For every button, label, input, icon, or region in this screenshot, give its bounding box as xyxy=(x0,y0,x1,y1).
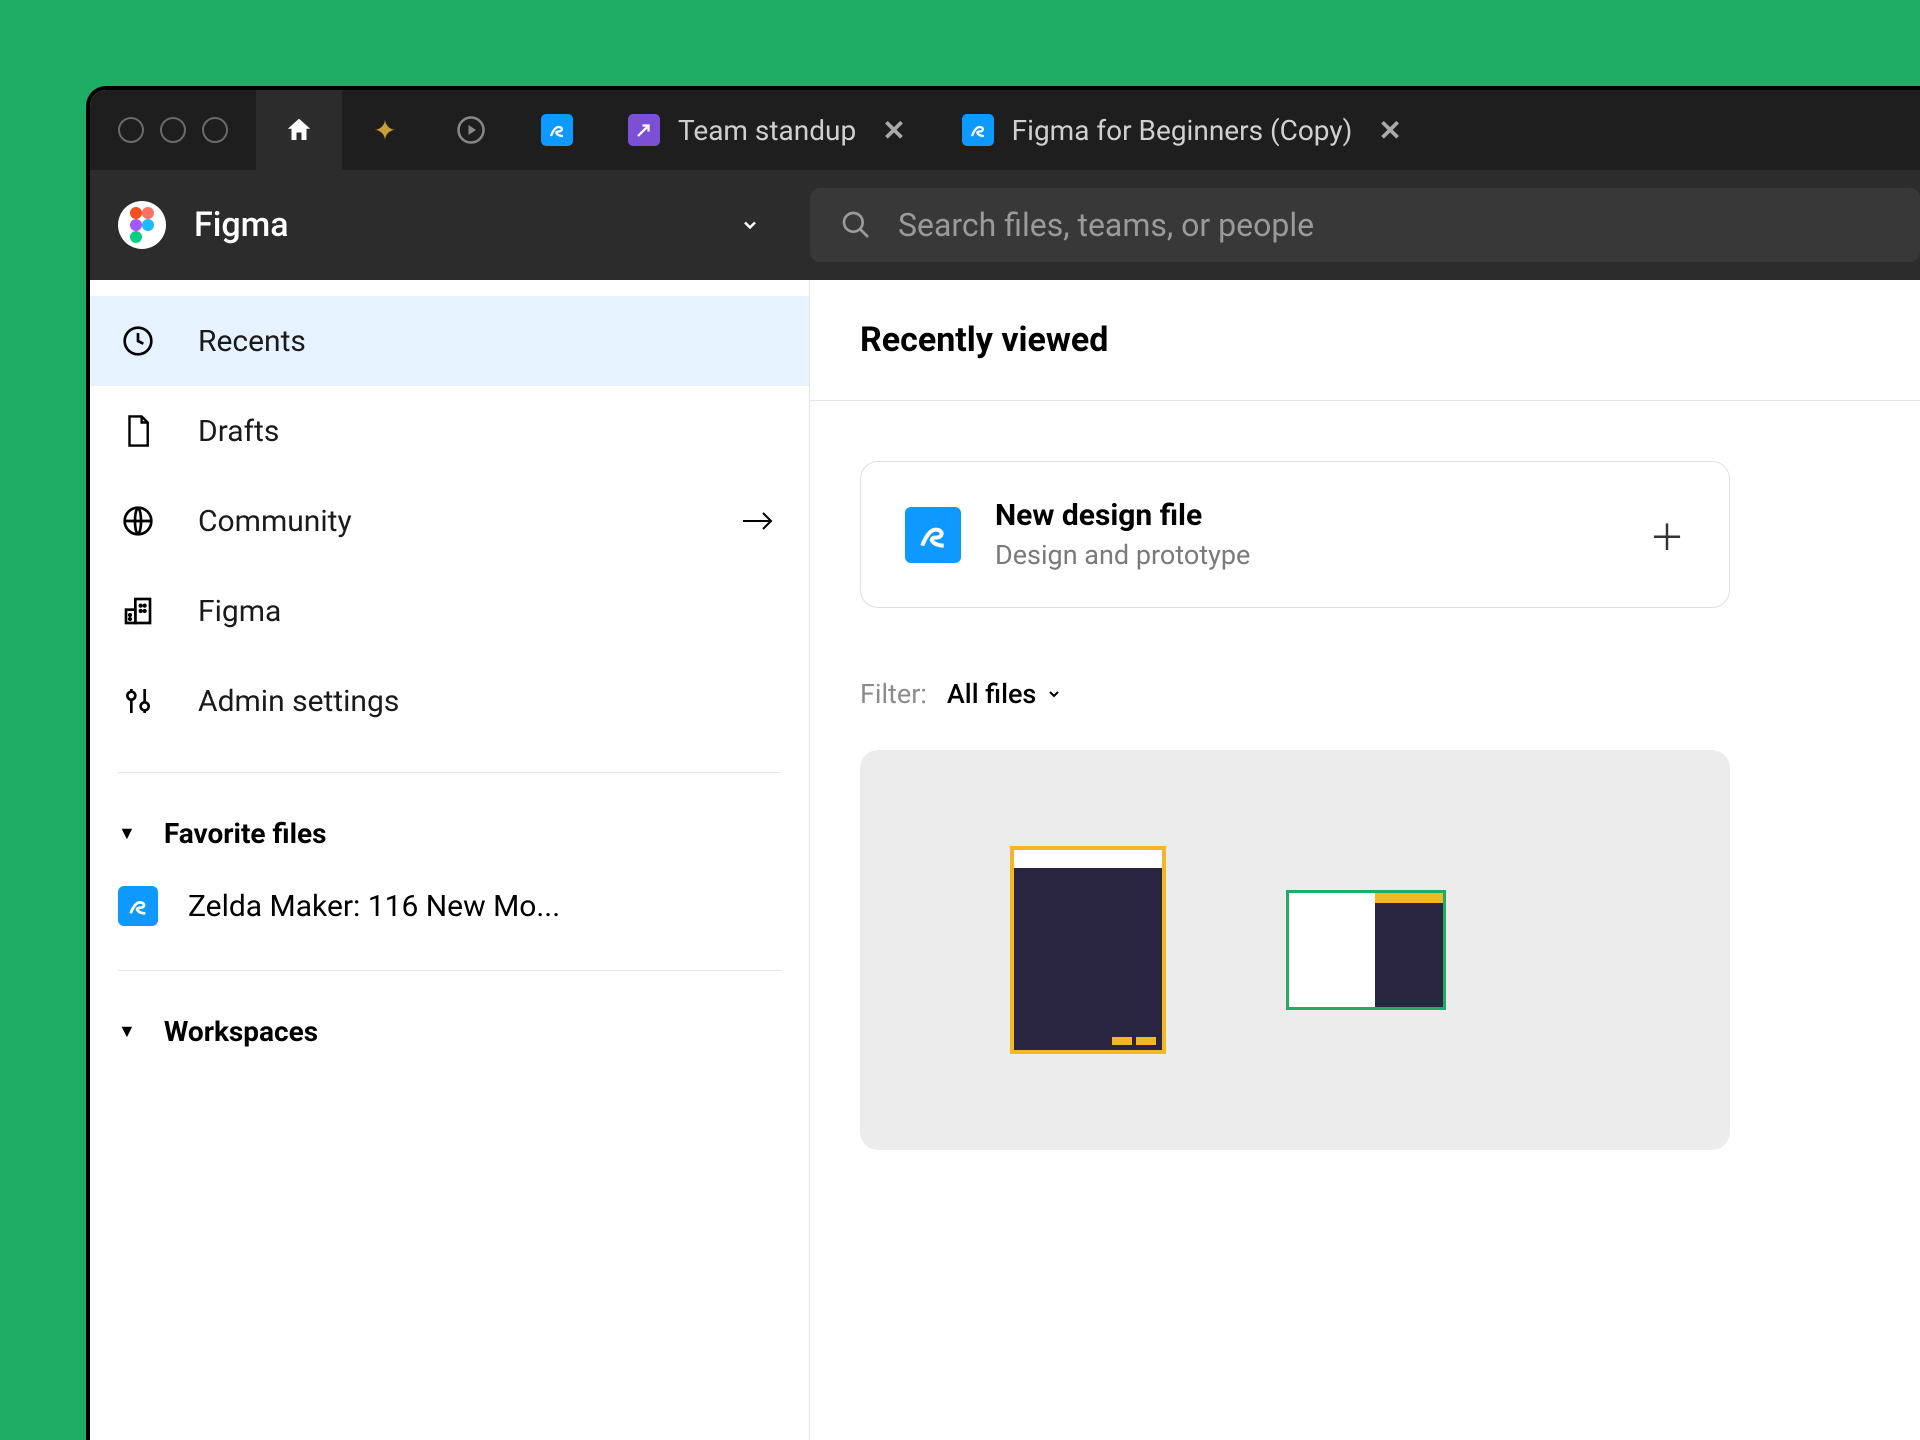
file-thumbnail[interactable] xyxy=(1010,846,1166,1054)
filter-row: Filter: All files xyxy=(860,678,1920,710)
favorite-file-label: Zelda Maker: 116 New Mo... xyxy=(188,889,560,924)
file-thumbnail-grid xyxy=(860,750,1730,1150)
sidebar-item-label: Drafts xyxy=(198,414,279,449)
sidebar-item-label: Community xyxy=(198,504,352,539)
home-tab[interactable] xyxy=(256,90,342,170)
app-window: ✦ Team standup ✕ Figma for Beginners (Co… xyxy=(86,86,1920,1440)
sidebar-item-figma-org[interactable]: Figma xyxy=(90,566,809,656)
sparkle-icon: ✦ xyxy=(373,114,396,147)
title-bar: ✦ Team standup ✕ Figma for Beginners (Co… xyxy=(90,90,1920,170)
workspace-switcher[interactable]: Figma xyxy=(90,201,810,249)
close-icon[interactable]: ✕ xyxy=(882,114,905,147)
design-file-icon xyxy=(118,886,158,926)
file-thumbnail[interactable] xyxy=(1286,890,1446,1010)
chevron-down-icon xyxy=(1046,686,1062,702)
home-icon xyxy=(284,115,314,145)
divider xyxy=(118,772,781,773)
search-placeholder: Search files, teams, or people xyxy=(898,206,1314,244)
zoom-window-dot[interactable] xyxy=(202,117,228,143)
favorite-file-item[interactable]: Zelda Maker: 116 New Mo... xyxy=(90,868,809,944)
chevron-down-icon xyxy=(740,215,760,235)
tab-team-standup[interactable]: Team standup ✕ xyxy=(600,90,934,170)
sidebar: Recents Drafts Community xyxy=(90,280,810,1440)
chevron-down-icon: ▼ xyxy=(118,1021,136,1042)
tab-label: Figma for Beginners (Copy) xyxy=(1012,114,1353,147)
search-icon xyxy=(840,209,872,241)
play-tab[interactable] xyxy=(428,90,514,170)
figjam-icon xyxy=(541,114,573,146)
divider xyxy=(810,400,1920,401)
header-bar: Figma Search files, teams, or people xyxy=(90,170,1920,280)
traffic-lights xyxy=(90,117,256,143)
sidebar-item-label: Admin settings xyxy=(198,684,399,719)
search-input[interactable]: Search files, teams, or people xyxy=(810,188,1920,262)
section-header-label: Workspaces xyxy=(164,1015,318,1048)
figjam-file-icon xyxy=(628,114,660,146)
design-file-icon xyxy=(905,507,961,563)
workspace-name: Figma xyxy=(194,205,289,245)
filter-dropdown[interactable]: All files xyxy=(947,678,1062,710)
close-window-dot[interactable] xyxy=(118,117,144,143)
tab-figma-beginners[interactable]: Figma for Beginners (Copy) ✕ xyxy=(934,90,1430,170)
favorites-section-header[interactable]: ▼ Favorite files xyxy=(90,799,809,868)
globe-icon xyxy=(118,505,158,537)
page-title: Recently viewed xyxy=(860,320,1920,360)
chevron-down-icon: ▼ xyxy=(118,823,136,844)
sidebar-item-recents[interactable]: Recents xyxy=(90,296,809,386)
card-text: New design file Design and prototype xyxy=(995,498,1250,571)
section-header-label: Favorite files xyxy=(164,817,327,850)
sparkle-tab[interactable]: ✦ xyxy=(342,90,428,170)
close-icon[interactable]: ✕ xyxy=(1378,114,1401,147)
filter-label: Filter: xyxy=(860,678,927,710)
figma-logo-icon xyxy=(118,201,166,249)
new-design-file-card[interactable]: New design file Design and prototype ＋ xyxy=(860,461,1730,608)
clock-icon xyxy=(118,325,158,357)
workspaces-section-header[interactable]: ▼ Workspaces xyxy=(90,997,809,1066)
file-icon xyxy=(118,414,158,448)
sidebar-item-label: Figma xyxy=(198,594,281,629)
tab-label: Team standup xyxy=(678,114,856,147)
filter-value: All files xyxy=(947,678,1036,710)
plus-icon: ＋ xyxy=(1649,509,1685,561)
main-content: Recently viewed New design file Design a… xyxy=(810,280,1920,1440)
card-title: New design file xyxy=(995,498,1250,533)
sliders-icon xyxy=(118,685,158,717)
body: Recents Drafts Community xyxy=(90,280,1920,1440)
divider xyxy=(118,970,781,971)
card-subtitle: Design and prototype xyxy=(995,539,1250,571)
sidebar-item-label: Recents xyxy=(198,324,306,359)
play-icon xyxy=(456,115,486,145)
sidebar-item-drafts[interactable]: Drafts xyxy=(90,386,809,476)
buildings-icon xyxy=(118,595,158,627)
arrow-right-icon xyxy=(741,509,775,533)
sidebar-item-admin[interactable]: Admin settings xyxy=(90,656,809,746)
figjam-tab[interactable] xyxy=(514,90,600,170)
design-file-icon xyxy=(962,114,994,146)
minimize-window-dot[interactable] xyxy=(160,117,186,143)
sidebar-item-community[interactable]: Community xyxy=(90,476,809,566)
